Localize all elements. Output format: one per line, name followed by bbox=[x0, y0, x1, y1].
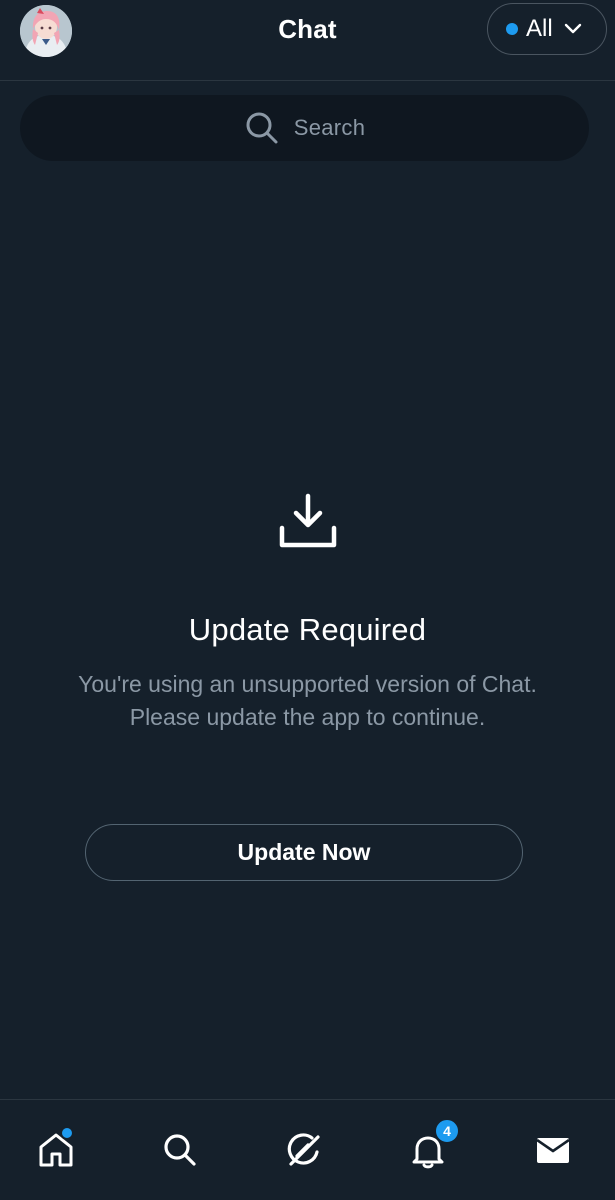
top-app-bar: Chat All bbox=[0, 0, 615, 81]
envelope-icon bbox=[536, 1138, 570, 1163]
update-required-message: Update Required You're using an unsuppor… bbox=[0, 490, 615, 734]
nav-home[interactable] bbox=[26, 1120, 86, 1180]
avatar-image bbox=[20, 5, 72, 57]
avatar[interactable] bbox=[20, 5, 72, 57]
download-icon bbox=[279, 493, 336, 548]
filter-label: All bbox=[526, 15, 553, 42]
nav-search[interactable] bbox=[150, 1120, 210, 1180]
chevron-down-icon bbox=[564, 23, 581, 34]
search-placeholder: Search bbox=[293, 115, 366, 140]
nav-grok[interactable] bbox=[274, 1120, 334, 1180]
empty-state-description: You're using an unsupported version of C… bbox=[78, 671, 537, 730]
search-icon bbox=[164, 1134, 196, 1166]
search-input[interactable]: Search bbox=[20, 95, 589, 161]
nav-notifications[interactable]: 4 bbox=[398, 1118, 460, 1180]
filter-dropdown-button[interactable]: All bbox=[487, 3, 607, 55]
grok-icon bbox=[287, 1133, 320, 1166]
unread-indicator-dot bbox=[506, 23, 518, 35]
bottom-navigation-bar: 4 bbox=[0, 1099, 615, 1200]
empty-state-title: Update Required bbox=[188, 612, 427, 647]
chat-screen: Chat All Search Update Required You're u… bbox=[0, 0, 615, 1200]
nav-messages[interactable] bbox=[523, 1120, 583, 1180]
update-now-button[interactable]: Update Now bbox=[85, 824, 523, 881]
search-icon bbox=[246, 112, 278, 144]
notification-count-badge: 4 bbox=[434, 1118, 460, 1144]
home-unread-dot bbox=[60, 1126, 74, 1140]
